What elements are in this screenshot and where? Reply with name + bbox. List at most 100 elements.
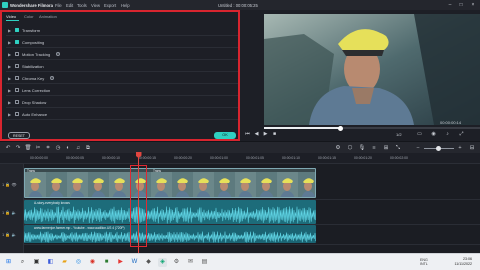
audio-waveform-2	[24, 231, 316, 243]
windows-start-icon[interactable]: ⊞	[4, 258, 13, 267]
zoom-fit-icon[interactable]: ⤡	[394, 144, 402, 152]
crop-icon[interactable]: ⌗	[44, 144, 52, 152]
cut-icon[interactable]: ✂	[34, 144, 42, 152]
video-track-head[interactable]: 1 🔒 👁	[2, 182, 17, 187]
minimize-icon[interactable]: –	[446, 2, 454, 9]
audio-clip-2-label: www.farmerjoe.farmer.mp - Youtube - www.…	[34, 226, 125, 230]
preview-scrubber-handle[interactable]	[338, 125, 343, 131]
zoom-slider-handle[interactable]	[436, 145, 441, 151]
video-preview-frame[interactable]	[264, 14, 480, 125]
mark-icon[interactable]: ⬡	[346, 144, 354, 152]
audio-track-head-2[interactable]: 1 🔒 🔈	[2, 232, 16, 237]
track-number: 1	[2, 182, 5, 187]
section-transform[interactable]: ▶ Transform	[6, 25, 238, 36]
menu-tools[interactable]: Tools	[77, 3, 87, 8]
store-icon[interactable]: ▤	[200, 258, 209, 267]
section-chroma-key[interactable]: ▶ Chroma Key ?	[6, 73, 238, 84]
help-icon[interactable]: ?	[50, 76, 54, 80]
stabilization-checkbox[interactable]	[15, 64, 19, 68]
menu-view[interactable]: View	[91, 3, 100, 8]
menu-edit[interactable]: Edit	[66, 3, 73, 8]
section-auto-enhance[interactable]: ▶ Auto Enhance	[6, 109, 238, 120]
compositing-checkbox[interactable]	[15, 40, 19, 44]
expand-arrow-icon[interactable]: ▶	[8, 40, 12, 45]
prev-frame-icon[interactable]: ⏮	[244, 131, 251, 137]
settings-icon[interactable]: ⚙	[172, 258, 181, 267]
play-icon[interactable]: ▶	[262, 131, 269, 137]
zoom-out-icon[interactable]: −	[414, 144, 422, 152]
audio-track-head-1[interactable]: 1 🔒 🔈	[2, 210, 16, 215]
file-explorer-icon[interactable]: ▰	[60, 258, 69, 267]
section-motion-tracking[interactable]: ▶ Motion Tracking ?	[6, 49, 238, 60]
section-compositing[interactable]: ▶ Compositing	[6, 37, 238, 48]
media-icon[interactable]: ◆	[144, 258, 153, 267]
clip-thumbnail	[109, 172, 130, 197]
fullscreen-icon[interactable]: ⤢	[458, 131, 465, 137]
edge-browser-icon[interactable]: ◎	[74, 258, 83, 267]
preview-quality-select[interactable]: 1/2	[396, 132, 402, 137]
audio-icon[interactable]: ♫	[74, 144, 82, 152]
split-icon[interactable]: ⧉	[84, 144, 92, 152]
video-clip[interactable]: Trans Trans	[24, 168, 316, 198]
clip-thumbnail	[277, 172, 298, 197]
speed-icon[interactable]: ◷	[54, 144, 62, 152]
task-view-icon[interactable]: ▣	[32, 258, 41, 267]
delete-icon[interactable]: 🗑	[24, 144, 32, 152]
preview-timecode: 00:00:00:14	[440, 120, 462, 125]
monitor-icon[interactable]: ▭	[416, 131, 423, 137]
word-icon[interactable]: W	[130, 258, 139, 267]
expand-arrow-icon[interactable]: ▶	[8, 28, 12, 33]
tab-animation[interactable]: Animation	[39, 14, 57, 19]
redo-icon[interactable]: ↷	[14, 144, 22, 152]
system-clock[interactable]: 23:06 11/11/2022	[446, 257, 472, 267]
zoom-in-icon[interactable]: +	[456, 144, 464, 152]
timeline-ruler[interactable]: 00:00:00:00 00:00:00:05 00:00:00:10 00:0…	[0, 153, 480, 164]
auto-enhance-checkbox[interactable]	[15, 112, 19, 116]
expand-arrow-icon[interactable]: ▶	[8, 52, 12, 57]
audio-clip-2[interactable]: www.farmerjoe.farmer.mp - Youtube - www.…	[24, 225, 316, 243]
mail-icon[interactable]: ✉	[186, 258, 195, 267]
close-icon[interactable]: ×	[469, 2, 477, 9]
expand-arrow-icon[interactable]: ▶	[8, 88, 12, 93]
transform-checkbox[interactable]	[15, 28, 19, 32]
step-back-icon[interactable]: ◀	[253, 131, 260, 137]
render-icon[interactable]: ⚙	[334, 144, 342, 152]
clock-date: 11/11/2022	[454, 262, 472, 266]
snapshot-icon[interactable]: ◉	[430, 131, 437, 137]
help-icon[interactable]: ?	[56, 52, 60, 56]
tab-video[interactable]: Video	[6, 14, 16, 19]
menu-help[interactable]: Help	[121, 3, 130, 8]
section-drop-shadow[interactable]: ▶ Drop Shadow	[6, 97, 238, 108]
volume-icon[interactable]: ♪	[444, 131, 451, 137]
section-lens-correction[interactable]: ▶ Lens Correction	[6, 85, 238, 96]
drop-shadow-checkbox[interactable]	[15, 100, 19, 104]
expand-arrow-icon[interactable]: ▶	[8, 64, 12, 69]
chrome-icon[interactable]: ◉	[88, 258, 97, 267]
youtube-icon[interactable]: ▶	[116, 258, 125, 267]
mic-icon[interactable]: 🎙	[358, 144, 366, 152]
voiceover-icon[interactable]: ≡	[370, 144, 378, 152]
snap-icon[interactable]: ⊞	[382, 144, 390, 152]
audio-clip-1[interactable]: A-story-everybody knows	[24, 200, 316, 224]
stop-icon[interactable]: ■	[271, 131, 278, 137]
menu-export[interactable]: Export	[104, 3, 116, 8]
reset-button[interactable]: RESET	[8, 132, 30, 139]
grid-icon[interactable]: ⊟	[468, 144, 476, 152]
menu-file[interactable]: File	[55, 3, 62, 8]
tab-color[interactable]: Color	[24, 14, 34, 19]
app-icon[interactable]: ■	[102, 258, 111, 267]
filmora-taskbar-icon[interactable]: ◈	[158, 258, 167, 267]
chroma-key-checkbox[interactable]	[15, 76, 19, 80]
expand-arrow-icon[interactable]: ▶	[8, 112, 12, 117]
search-icon[interactable]: ⌕	[18, 258, 27, 267]
section-stabilization[interactable]: ▶ Stabilization	[6, 61, 238, 72]
widgets-icon[interactable]: ◧	[46, 258, 55, 267]
motion-tracking-checkbox[interactable]	[15, 52, 19, 56]
undo-icon[interactable]: ↶	[4, 144, 12, 152]
ok-button[interactable]: OK	[214, 132, 236, 139]
lens-correction-checkbox[interactable]	[15, 88, 19, 92]
maximize-icon[interactable]: □	[457, 2, 465, 9]
color-icon[interactable]: ◐	[64, 144, 72, 152]
expand-arrow-icon[interactable]: ▶	[8, 76, 12, 81]
expand-arrow-icon[interactable]: ▶	[8, 100, 12, 105]
